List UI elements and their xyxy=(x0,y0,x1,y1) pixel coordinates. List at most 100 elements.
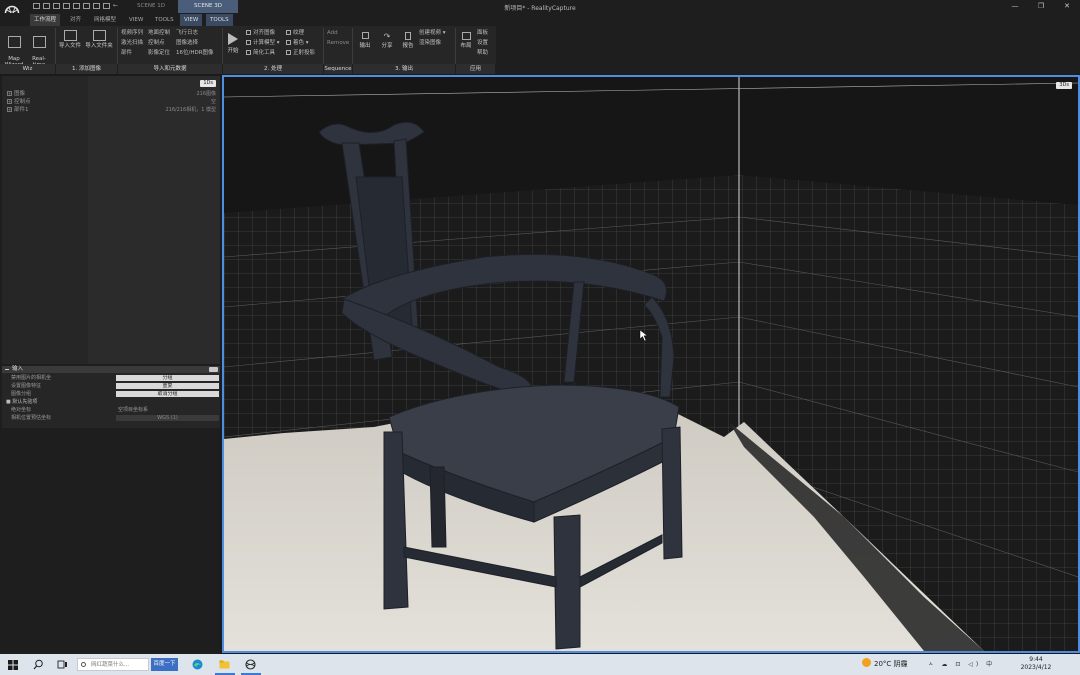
property-row: 绝对坐标 空项目坐标系 xyxy=(2,407,220,414)
coordinate-system-value[interactable]: 空项目坐标系 xyxy=(116,407,219,413)
minimize-button[interactable]: — xyxy=(1002,0,1028,13)
render-image-item[interactable]: 渲染图像 xyxy=(419,40,441,47)
app-window: ← SCENE 1D SCENE 3D 新项目* - RealityCaptur… xyxy=(0,0,1080,675)
property-row: 设置图像特征 重复 xyxy=(2,383,220,390)
group-label-app: 应用 xyxy=(456,64,496,74)
search-icon[interactable] xyxy=(33,659,44,670)
scene-render[interactable] xyxy=(224,77,1078,651)
tab-tools-1[interactable]: TOOLS xyxy=(151,14,178,26)
export-button[interactable]: 输出 xyxy=(357,32,373,49)
baidu-search-button[interactable]: 百度一下 xyxy=(151,658,178,671)
align-images-item[interactable]: 对齐图像 xyxy=(246,30,275,37)
ground-control-item[interactable]: 地面控制 xyxy=(148,30,170,37)
tree-item-images[interactable]: + 图像 xyxy=(7,91,25,98)
tab-alignment[interactable]: 对齐 xyxy=(66,14,85,26)
tab-view-2[interactable]: VIEW xyxy=(180,14,203,26)
sequence-add-item[interactable]: Add xyxy=(327,30,338,37)
expand-icon[interactable]: + xyxy=(7,99,12,104)
property-key: 绝对坐标 xyxy=(11,407,32,413)
property-row: 禁用图片的相机坐 分组 xyxy=(2,375,220,382)
hdr-images-item[interactable]: 16位/HDR图像 xyxy=(176,50,214,57)
flight-log-item[interactable]: 飞行日志 xyxy=(176,30,198,37)
tree-item-images-label: 图像 xyxy=(14,91,26,97)
windows-start-icon[interactable] xyxy=(8,660,18,670)
taskbar: 网红蔬菜什么... 百度一下 20°C 阴霾 ㅅ ☁ ⊡ ◁) 中 9:44 2… xyxy=(0,654,1080,675)
window-title: 新项目* - RealityCapture xyxy=(504,5,576,12)
colorize-item[interactable]: 着色 ▾ xyxy=(286,40,309,47)
map-wizard-icon xyxy=(7,36,21,48)
maximize-button[interactable]: ❐ xyxy=(1028,0,1054,13)
colorize-icon xyxy=(286,40,291,45)
input-panel-title: 输入 xyxy=(12,366,24,372)
texture-item[interactable]: 纹理 xyxy=(286,30,304,37)
group-label-import: 导入和元数据 xyxy=(118,64,223,74)
ortho-projection-item[interactable]: 正射投影 xyxy=(286,50,315,57)
menu-bar: 工作流程 对齐 网格模型 VIEW TOOLS VIEW TOOLS xyxy=(0,13,1080,26)
close-button[interactable]: ✕ xyxy=(1054,0,1080,13)
file-explorer-icon[interactable] xyxy=(219,659,230,670)
clock[interactable]: 9:44 2023/4/12 xyxy=(1016,656,1056,672)
map-wizard-button[interactable]: Map Wizard xyxy=(3,30,25,68)
defaults-section[interactable]: ■ 默认先验项 xyxy=(6,399,37,406)
weather-widget[interactable]: 20°C 阴霾 xyxy=(862,657,908,671)
import-file-button[interactable]: 导入文件 xyxy=(58,30,82,49)
project-tree-panel: 1Ds 216图像 空 216/216相机，1 模型 + 图像 + 控制点 + 部件1 xyxy=(2,76,220,364)
expand-icon[interactable]: + xyxy=(7,91,12,96)
start-button[interactable]: 开始 xyxy=(225,32,241,54)
report-icon xyxy=(405,32,411,40)
repeat-button[interactable]: 重复 xyxy=(116,383,219,389)
laser-scan-item[interactable]: 激光扫描 xyxy=(121,40,143,47)
expand-icon[interactable]: + xyxy=(7,107,12,112)
view-3ds-badge[interactable]: 3Ds xyxy=(1056,82,1072,89)
view-1ds-badge[interactable]: 1Ds xyxy=(200,80,216,87)
image-selection-item[interactable]: 图像选择 xyxy=(176,40,198,47)
group-label-add-images: 1. 添加图像 xyxy=(56,64,118,74)
task-view-icon[interactable] xyxy=(57,659,68,670)
panels-item[interactable]: 面板 xyxy=(477,30,488,37)
camera-prior-value[interactable]: WGS (1) xyxy=(116,415,219,421)
layout-button[interactable]: 布局 xyxy=(458,32,474,49)
tab-workflow[interactable]: 工作流程 xyxy=(30,14,61,26)
panel-close-icon[interactable] xyxy=(209,367,218,372)
group-button[interactable]: 分组 xyxy=(116,375,219,381)
tree-item-control-points[interactable]: + 控制点 xyxy=(7,99,31,106)
tree-item-component[interactable]: + 部件1 xyxy=(7,107,29,114)
3d-viewport[interactable]: 3Ds xyxy=(222,75,1080,653)
video-sequence-item[interactable]: 视频序列 xyxy=(121,30,143,37)
tab-tools-2[interactable]: TOOLS xyxy=(206,14,233,26)
tab-mesh-model[interactable]: 网格模型 xyxy=(90,14,120,26)
realitycapture-taskbar-icon[interactable] xyxy=(245,659,256,670)
tab-view-1[interactable]: VIEW xyxy=(125,14,147,26)
group-label-process: 2. 处理 xyxy=(223,64,324,74)
share-button[interactable]: ↷ 分享 xyxy=(379,32,395,49)
align-icon xyxy=(246,30,251,35)
collapse-icon[interactable] xyxy=(5,369,9,370)
import-file-icon xyxy=(63,30,77,41)
control-points-value: 空 xyxy=(210,99,216,105)
start-icon xyxy=(228,33,238,45)
ungroup-button[interactable]: 取消分组 xyxy=(116,391,219,397)
calculate-model-item[interactable]: 计算模型 ▾ xyxy=(246,40,280,47)
left-pane: 1Ds 216图像 空 216/216相机，1 模型 + 图像 + 控制点 + 部件1… xyxy=(0,76,220,654)
system-tray[interactable]: ㅅ ☁ ⊡ ◁) 中 xyxy=(928,659,995,668)
image-positioning-item[interactable]: 影像定位 xyxy=(148,50,170,57)
texture-icon xyxy=(286,30,291,35)
taskbar-search-input[interactable]: 网红蔬菜什么... xyxy=(77,658,149,671)
report-label: 报告 xyxy=(402,43,414,49)
settings-item[interactable]: 设置 xyxy=(477,40,488,47)
sequence-remove-item[interactable]: Remove xyxy=(327,40,349,47)
component-item[interactable]: 部件 xyxy=(121,50,132,57)
create-video-item[interactable]: 创建视频 ▾ xyxy=(419,30,446,37)
import-folder-button[interactable]: 导入文件夹 xyxy=(84,30,114,49)
property-key: 图像分组 xyxy=(11,391,32,397)
ribbon: Map Wizard Real-time Assistance 导入文件 导入文… xyxy=(0,26,1080,74)
control-points-item[interactable]: 控制点 xyxy=(148,40,165,47)
simplify-tool-label: 简化工具 xyxy=(253,50,276,56)
help-item[interactable]: 帮助 xyxy=(477,50,488,57)
report-button[interactable]: 报告 xyxy=(400,32,416,49)
simplify-tool-item[interactable]: 简化工具 xyxy=(246,50,275,57)
layout-label: 布局 xyxy=(460,43,472,49)
edge-browser-icon[interactable] xyxy=(192,659,203,670)
realtime-assistance-icon xyxy=(32,36,46,48)
tree-item-component-label: 部件1 xyxy=(14,107,29,113)
